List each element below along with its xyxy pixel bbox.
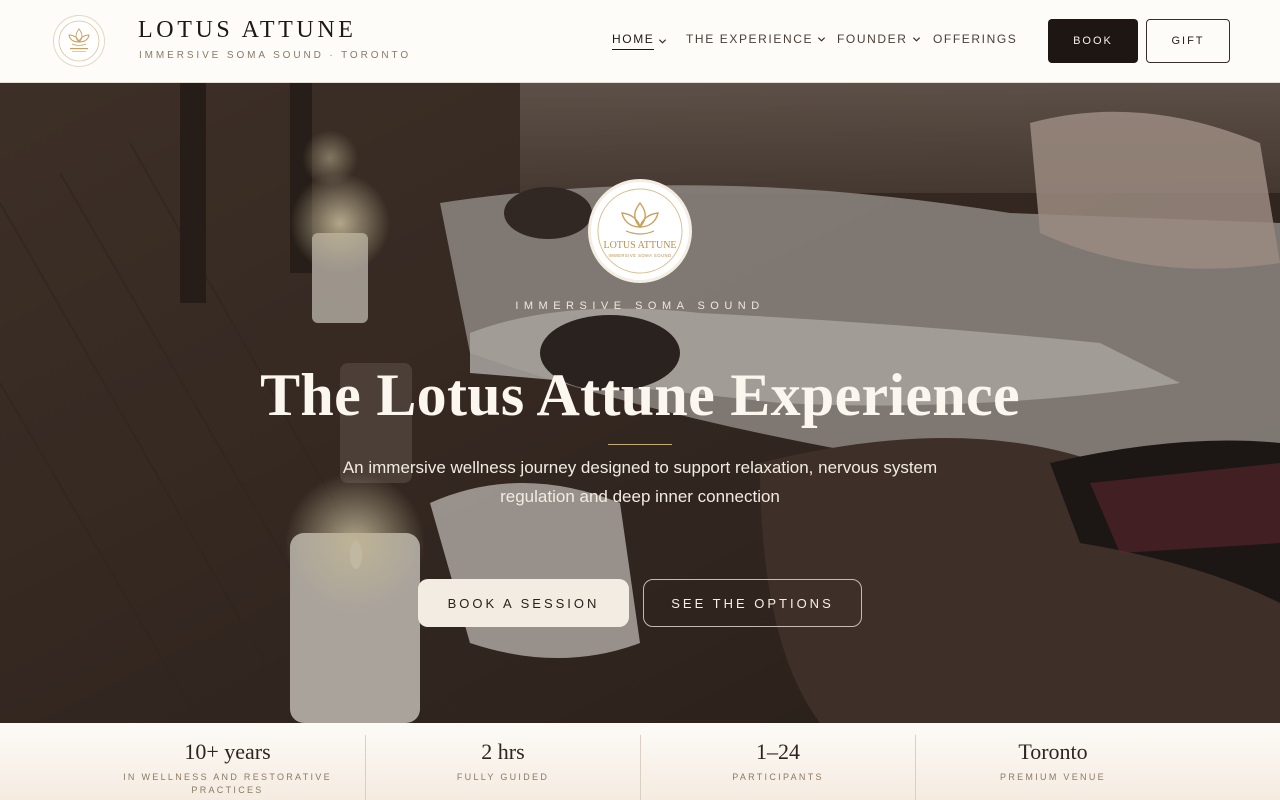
site-header: LOTUS ATTUNE IMMERSIVE SOMA SOUND · TORO… <box>0 0 1280 83</box>
nav-item-label: HOME <box>612 32 655 50</box>
nav-item-founder[interactable]: FOUNDER <box>837 32 921 46</box>
brand-subtitle: IMMERSIVE SOMA SOUND · TORONTO <box>139 50 412 61</box>
lotus-logo-icon[interactable] <box>53 15 105 67</box>
stat-item: 1–24 PARTICIPANTS <box>640 735 915 800</box>
hero-title: The Lotus Attune Experience <box>260 362 1020 428</box>
emblem-name: LOTUS ATTUNE <box>603 240 676 251</box>
see-the-options-button[interactable]: SEE THE OPTIONS <box>643 579 862 627</box>
stat-value: 2 hrs <box>481 739 525 764</box>
nav-item-offerings[interactable]: OFFERINGS <box>933 32 1017 46</box>
nav-item-label: THE EXPERIENCE <box>686 32 814 46</box>
stat-value: 1–24 <box>756 739 800 764</box>
stat-label: IN WELLNESS AND RESTORATIVE PRACTICES <box>123 772 332 795</box>
stat-item: 10+ years IN WELLNESS AND RESTORATIVE PR… <box>90 735 365 800</box>
nav-item-label: OFFERINGS <box>933 32 1018 46</box>
nav-item-the-experience[interactable]: THE EXPERIENCE <box>686 32 826 46</box>
book-button[interactable]: BOOK <box>1048 19 1138 63</box>
stat-label: PREMIUM VENUE <box>1000 772 1106 782</box>
chevron-down-icon <box>912 36 920 42</box>
brand-title[interactable]: LOTUS ATTUNE <box>138 17 357 44</box>
stat-value: 10+ years <box>184 739 271 764</box>
hero-section: LOTUS ATTUNE IMMERSIVE SOMA SOUND IMMERS… <box>0 83 1280 723</box>
chevron-down-icon <box>818 36 826 42</box>
book-a-session-button[interactable]: BOOK A SESSION <box>418 579 629 627</box>
hero-kicker: IMMERSIVE SOMA SOUND <box>515 300 765 312</box>
stat-label: FULLY GUIDED <box>456 772 550 782</box>
stat-item: Toronto PREMIUM VENUE <box>915 735 1190 800</box>
nav-item-label: FOUNDER <box>837 32 908 46</box>
hero-divider <box>608 444 672 445</box>
emblem-tagline: IMMERSIVE SOMA SOUND <box>608 253 671 258</box>
nav-item-home[interactable]: HOME <box>612 32 667 50</box>
lotus-emblem-icon: LOTUS ATTUNE IMMERSIVE SOMA SOUND <box>588 179 692 283</box>
stat-value: Toronto <box>1018 739 1088 764</box>
stat-item: 2 hrs FULLY GUIDED <box>365 735 640 800</box>
gift-button[interactable]: GIFT <box>1146 19 1230 63</box>
hero-description: An immersive wellness journey designed t… <box>342 458 938 506</box>
chevron-down-icon <box>659 38 667 44</box>
stats-bar: 10+ years IN WELLNESS AND RESTORATIVE PR… <box>0 723 1280 800</box>
stat-label: PARTICIPANTS <box>732 772 824 782</box>
